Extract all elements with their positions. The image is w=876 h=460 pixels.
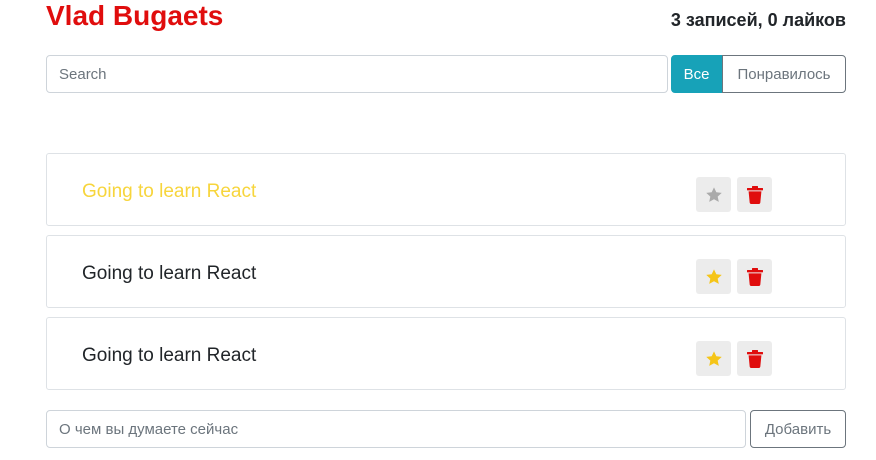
trash-icon: [746, 267, 763, 286]
trash-icon: [746, 349, 763, 368]
filter-all-button[interactable]: Все: [671, 55, 722, 93]
search-panel: Все Понравилось: [46, 55, 846, 93]
star-button[interactable]: [696, 177, 731, 212]
star-button[interactable]: [696, 341, 731, 376]
trash-icon: [746, 185, 763, 204]
new-post-input[interactable]: [46, 410, 746, 448]
post-label[interactable]: Going to learn React: [82, 180, 256, 204]
post-actions: [696, 177, 772, 212]
post-actions: [696, 341, 772, 376]
star-icon: [705, 186, 722, 202]
delete-button[interactable]: [737, 259, 772, 294]
list-item: Going to learn React: [46, 317, 846, 390]
add-post-button[interactable]: Добавить: [750, 410, 846, 448]
app-header: Vlad Bugaets 3 записей, 0 лайков: [46, 0, 846, 40]
filter-button-group: Все Понравилось: [671, 55, 846, 93]
app: Vlad Bugaets 3 записей, 0 лайков Все Пон…: [0, 0, 876, 460]
delete-button[interactable]: [737, 177, 772, 212]
star-button[interactable]: [696, 259, 731, 294]
post-stats: 3 записей, 0 лайков: [670, 10, 846, 30]
delete-button[interactable]: [737, 341, 772, 376]
post-list: Going to learn React Going to learn Reac…: [46, 153, 846, 399]
search-input[interactable]: [46, 55, 668, 93]
page-title: Vlad Bugaets: [46, 0, 224, 31]
post-label[interactable]: Going to learn React: [82, 262, 256, 286]
star-icon: [705, 268, 722, 284]
star-icon: [705, 350, 722, 366]
list-item: Going to learn React: [46, 153, 846, 226]
post-label[interactable]: Going to learn React: [82, 344, 256, 368]
list-item: Going to learn React: [46, 235, 846, 308]
post-actions: [696, 259, 772, 294]
add-post-form: Добавить: [46, 410, 846, 448]
filter-liked-button[interactable]: Понравилось: [722, 55, 846, 93]
